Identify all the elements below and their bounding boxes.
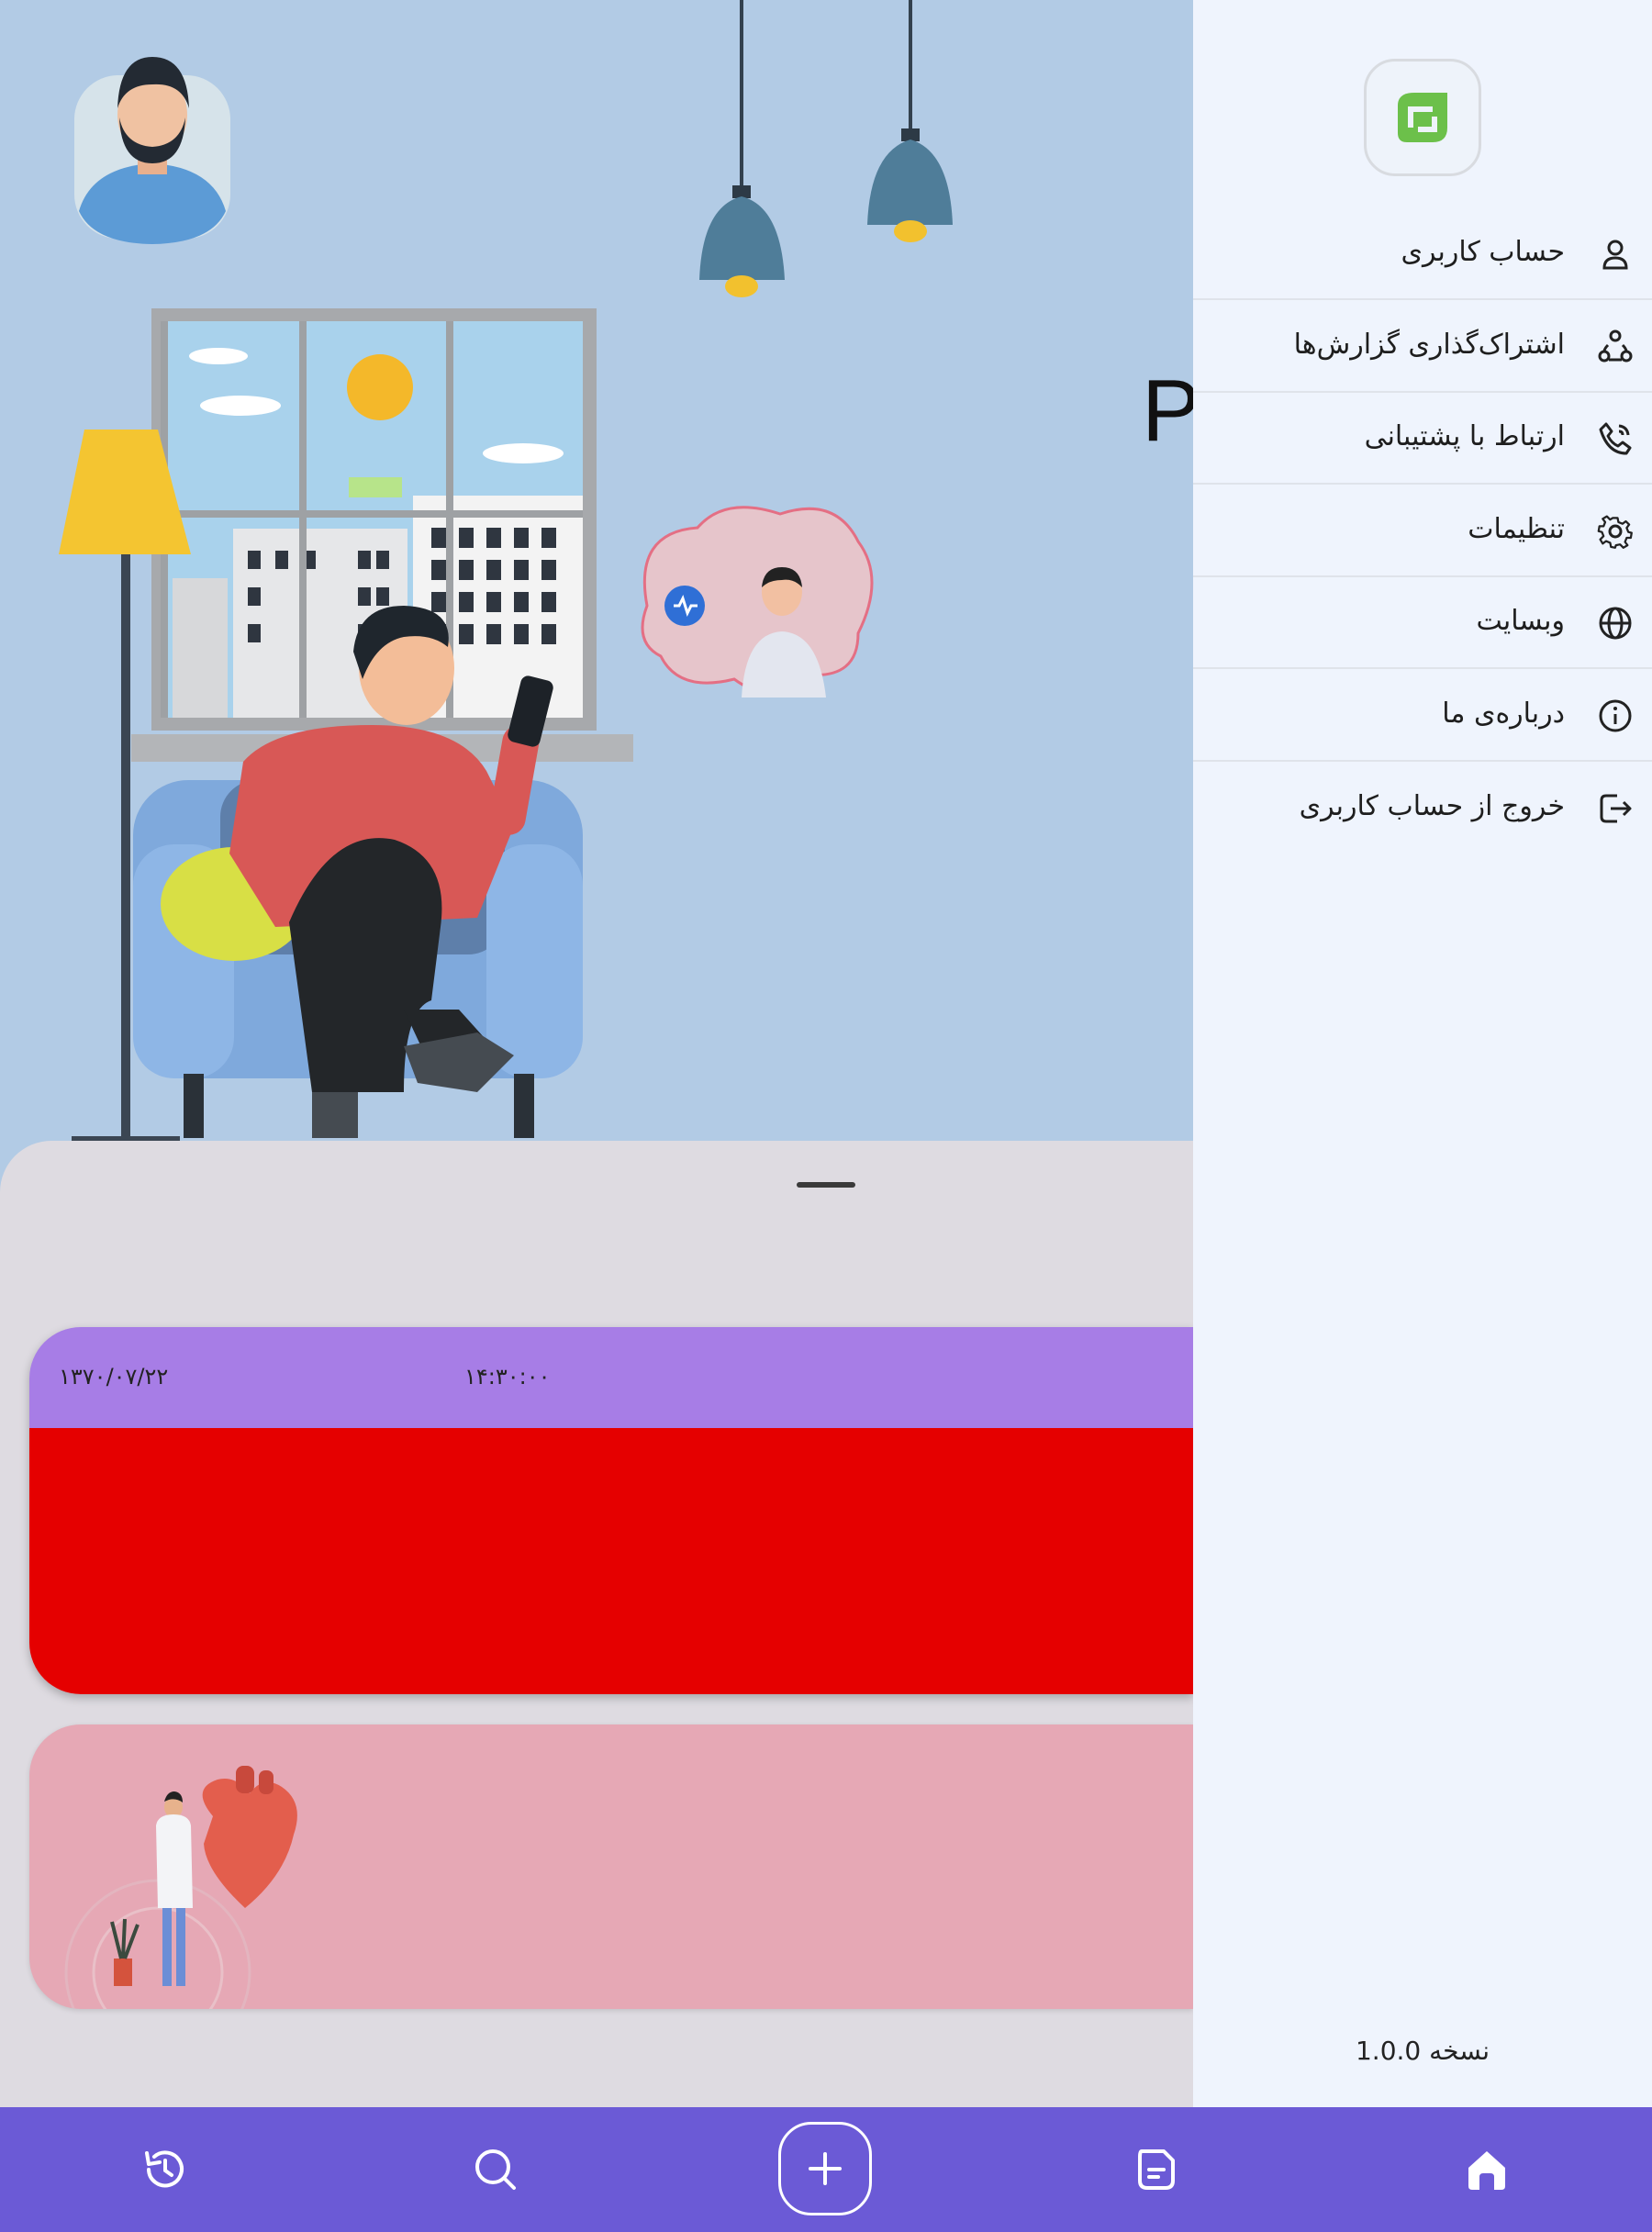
logout-icon	[1600, 794, 1632, 823]
menu-item-label: حساب کاربری	[1401, 236, 1565, 268]
menu-item-share-reports[interactable]: اشتراک‌گذاری گزارش‌ها	[1193, 301, 1652, 393]
avatar[interactable]	[74, 57, 230, 244]
user-icon	[1602, 240, 1628, 270]
menu-item-label: تنظیمات	[1468, 513, 1565, 545]
phone-icon	[1599, 422, 1632, 455]
reading-card-header: ۱۳۷۰/۰۷/۲۲ ۱۴:۳۰:۰۰	[29, 1327, 1193, 1428]
hero-illustration: P	[0, 0, 1193, 1143]
gear-icon	[1597, 515, 1633, 549]
menu-item-label: وبسایت	[1476, 605, 1565, 637]
app-version: نسخه 1.0.0	[1355, 2036, 1490, 2066]
menu-item-account[interactable]: حساب کاربری	[1193, 208, 1652, 300]
heart-health-card[interactable]	[29, 1724, 1193, 2009]
history-icon[interactable]	[110, 2107, 220, 2232]
reading-card[interactable]: ۱۳۷۰/۰۷/۲۲ ۱۴:۳۰:۰۰	[29, 1327, 1193, 1694]
globe-icon	[1599, 607, 1632, 640]
reading-card-body	[29, 1428, 1193, 1694]
home-icon[interactable]	[1432, 2107, 1542, 2232]
doctor-heart-illustration	[64, 1766, 297, 2009]
overlay-letter: P	[1142, 362, 1193, 460]
search-icon[interactable]	[441, 2107, 551, 2232]
living-room-illustration	[59, 0, 953, 1142]
menu-item-settings[interactable]: تنظیمات	[1193, 485, 1652, 577]
share-nodes-icon	[1598, 329, 1633, 363]
menu-item-about[interactable]: درباره‌ی ما	[1193, 670, 1652, 762]
menu-item-label: ارتباط با پشتیبانی	[1364, 420, 1565, 452]
sheet-drag-handle[interactable]	[797, 1182, 855, 1188]
add-icon[interactable]	[778, 2122, 872, 2215]
bottom-sheet[interactable]: ۱۳۷۰/۰۷/۲۲ ۱۴:۳۰:۰۰	[0, 1141, 1193, 2107]
leaf-logo-icon	[1364, 59, 1481, 176]
menu-item-label: اشتراک‌گذاری گزارش‌ها	[1293, 329, 1565, 361]
menu-item-logout[interactable]: خروج از حساب کاربری	[1193, 763, 1652, 854]
report-icon[interactable]	[1101, 2107, 1211, 2232]
info-icon	[1599, 699, 1632, 732]
menu-item-website[interactable]: وبسایت	[1193, 577, 1652, 669]
menu-item-label: درباره‌ی ما	[1442, 698, 1565, 730]
side-drawer[interactable]: حساب کاربری اشتراک‌گذاری گزارش‌ها ارتباط…	[1193, 0, 1652, 2107]
menu-item-support[interactable]: ارتباط با پشتیبانی	[1193, 393, 1652, 485]
bottom-navigation	[0, 2107, 1652, 2232]
reading-time: ۱۴:۳۰:۰۰	[464, 1364, 551, 1389]
reading-date: ۱۳۷۰/۰۷/۲۲	[59, 1364, 169, 1389]
menu-item-label: خروج از حساب کاربری	[1299, 790, 1565, 822]
